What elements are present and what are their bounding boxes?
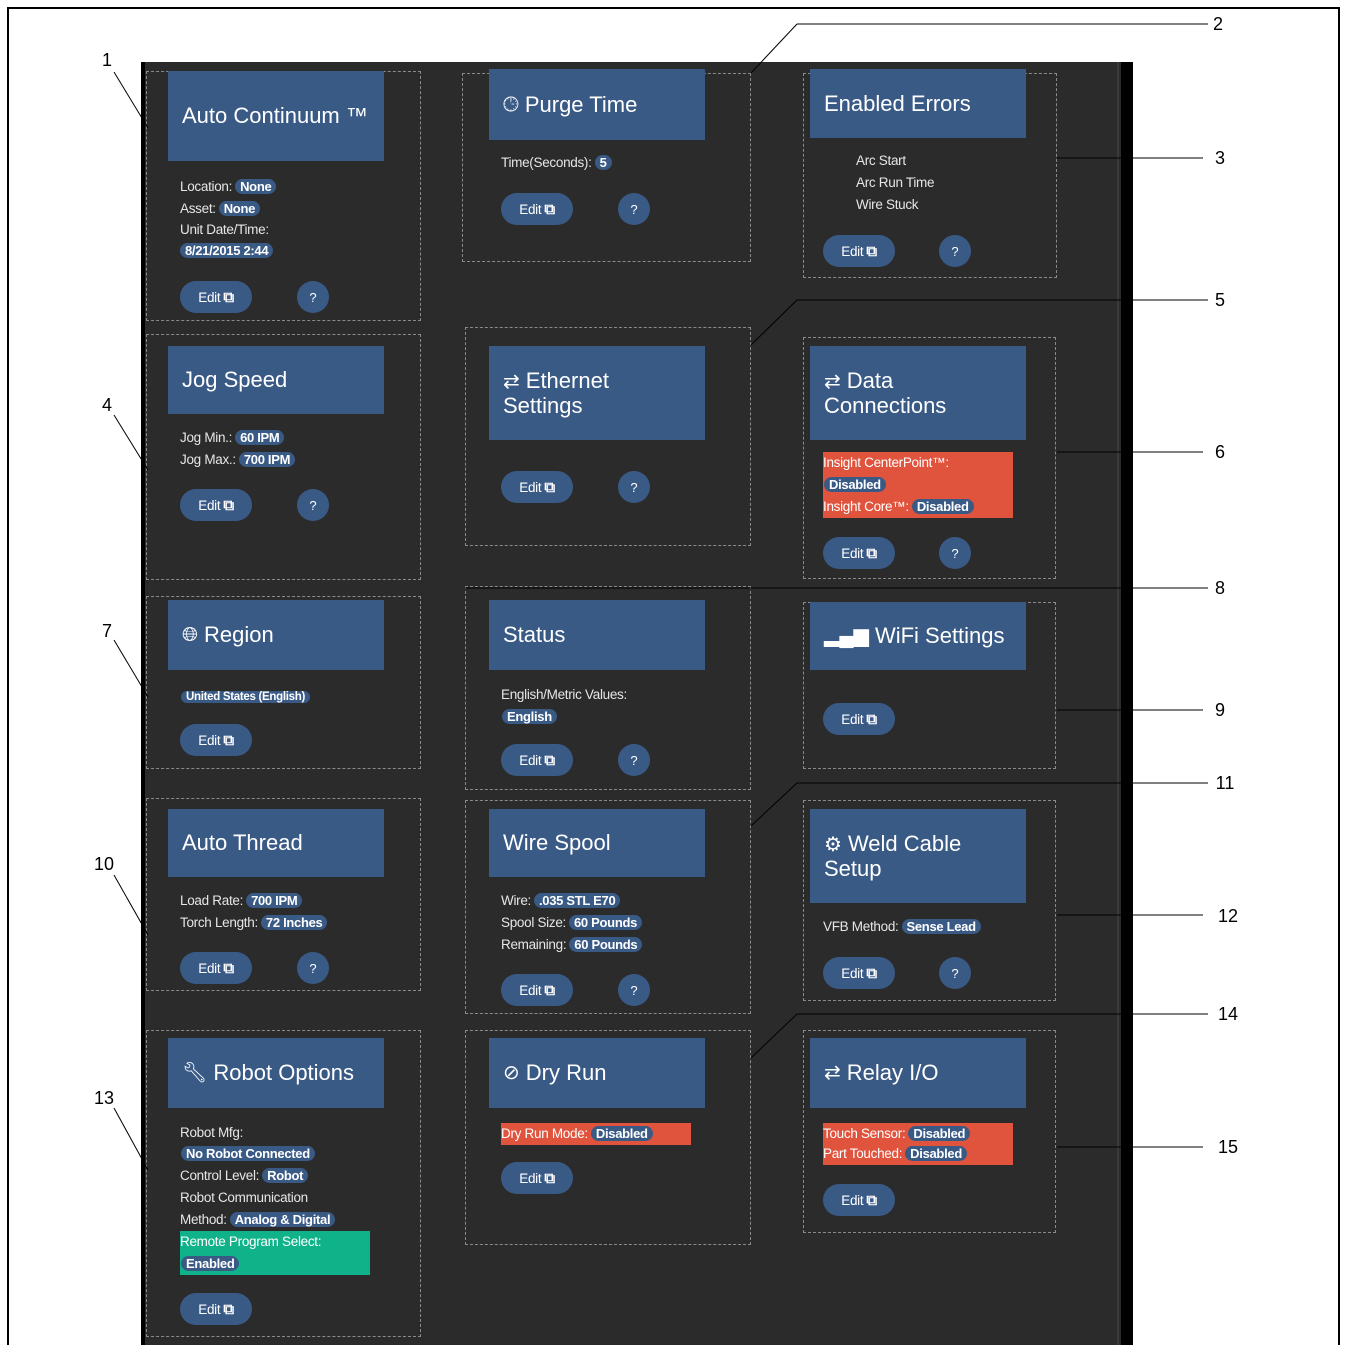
callout-10: 10 bbox=[93, 854, 115, 874]
callout-15: 15 bbox=[1217, 1137, 1239, 1157]
callout-4: 4 bbox=[101, 395, 112, 415]
callout-6: 6 bbox=[1214, 442, 1225, 462]
callout-2: 2 bbox=[1212, 14, 1223, 34]
callout-3: 3 bbox=[1214, 148, 1225, 168]
callout-7: 7 bbox=[101, 621, 112, 641]
callout-leader-lines bbox=[113, 23, 1208, 1171]
callout-9: 9 bbox=[1214, 700, 1225, 720]
callout-11: 11 bbox=[1215, 773, 1235, 793]
callout-5: 5 bbox=[1214, 290, 1225, 310]
callout-8: 8 bbox=[1214, 578, 1225, 598]
callout-1: 1 bbox=[101, 50, 112, 70]
callout-12: 12 bbox=[1217, 906, 1239, 926]
callout-13: 13 bbox=[93, 1088, 115, 1108]
callout-14: 14 bbox=[1217, 1004, 1239, 1024]
